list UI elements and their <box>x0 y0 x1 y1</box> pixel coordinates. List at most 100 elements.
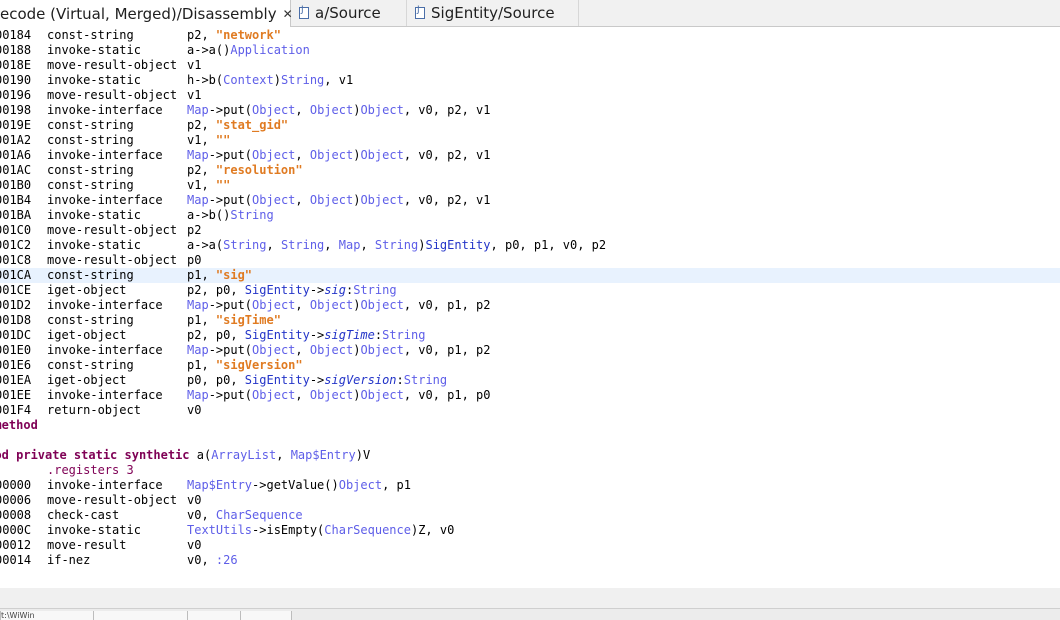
code-token: )V <box>355 448 371 462</box>
code-token: v1 <box>187 88 202 102</box>
instruction-address: 001A6 <box>0 148 32 162</box>
code-line[interactable]: 001A2 const-string v1, "" <box>0 133 1060 148</box>
code-line[interactable]: 00196 move-result-object v1 <box>0 88 1060 103</box>
code-line[interactable]: 001C8 move-result-object p0 <box>0 253 1060 268</box>
code-line[interactable]: 001E6 const-string p1, "sigVersion" <box>0 358 1060 373</box>
code-token: , <box>360 238 375 252</box>
operands: p0 <box>187 253 201 268</box>
code-token: p1, <box>187 358 216 372</box>
code-line[interactable]: 001BA invoke-static a->b()String <box>0 208 1060 223</box>
instruction-address: 0000C <box>0 523 32 537</box>
code-token: Map <box>187 103 209 117</box>
opcode: const-string <box>47 163 134 177</box>
code-line[interactable]: 001F4 return-object v0 <box>0 403 1060 418</box>
code-token: ->put( <box>208 148 253 162</box>
code-line[interactable]: 001A6invoke-interfaceMap->put(Object, Ob… <box>0 148 1060 163</box>
code-token: String <box>403 373 448 387</box>
code-line[interactable]: 001B0 const-string v1, "" <box>0 178 1060 193</box>
instruction-address: 001A2 <box>0 133 32 147</box>
code-token: sig <box>324 283 346 297</box>
opcode: move-result <box>47 538 127 552</box>
code-line[interactable]: 001DC iget-object p2, p0, SigEntity->sigTi… <box>0 328 1060 343</box>
code-token: Object <box>338 478 383 492</box>
code-line[interactable]: 00014 if-nez v0, :26 <box>0 553 1060 568</box>
tab-sigentity-source[interactable]: SigEntity/Source <box>407 0 579 26</box>
code-line[interactable]: 00184 const-string p2, "network" <box>0 28 1060 43</box>
code-line[interactable]: 00012 move-result v0 <box>0 538 1060 553</box>
code-line[interactable]: 001D8 const-string p1, "sigTime" <box>0 313 1060 328</box>
code-token: , <box>295 148 310 162</box>
code-token: , v0, p2, v1 <box>403 193 491 207</box>
code-line[interactable]: 001E0invoke-interfaceMap->put(Object, Ob… <box>0 343 1060 358</box>
instruction-address: 001BA <box>0 208 32 222</box>
tab-sigentity-source-label: SigEntity/Source <box>431 4 555 22</box>
code-token: , v1 <box>324 73 354 87</box>
code-line[interactable]: 00188 invoke-static a->a()Application <box>0 43 1060 58</box>
code-line[interactable]: .registers 3 <box>0 463 1060 478</box>
code-line[interactable]: 00190 invoke-static h->b(Context)String, v… <box>0 73 1060 88</box>
code-line[interactable]: 00006 move-result-object v0 <box>0 493 1060 508</box>
code-line[interactable]: 001C2invoke-statica->a(String, String, M… <box>0 238 1060 253</box>
code-line[interactable]: d method <box>0 418 1060 433</box>
code-token: Object <box>360 343 404 357</box>
code-token: , <box>266 238 281 252</box>
instruction-address: 0018E <box>0 58 32 72</box>
code-token: -> <box>309 328 325 342</box>
code-line[interactable]: 00198invoke-interfaceMap->put(Object, Ob… <box>0 103 1060 118</box>
opcode: move-result-object <box>47 88 178 102</box>
instruction-address: 001CE <box>0 283 32 297</box>
code-token: "stat_gid" <box>215 118 289 132</box>
code-token: v0, <box>187 553 216 567</box>
code-token: , v0, p1, p0 <box>403 388 491 402</box>
code-line[interactable]: 001B4invoke-interfaceMap->put(Object, Ob… <box>0 193 1060 208</box>
code-token: Map <box>187 298 209 312</box>
code-token: ->isEmpty( <box>252 523 325 537</box>
code-token: a->b() <box>187 208 231 222</box>
code-token: v0 <box>187 493 202 507</box>
operands: Map->put(Object, Object)Object, v0, p2, … <box>187 103 491 118</box>
operands: a->a(String, String, Map, String)SigEnti… <box>187 238 606 253</box>
code-line[interactable]: 00008 check-cast v0, CharSequence <box>0 508 1060 523</box>
code-line[interactable]: 00000 invoke-interface Map$Entry->getValue… <box>0 478 1060 493</box>
editor-tab-bar: ecode (Virtual, Merged)/Disassembly ✕ a/… <box>0 0 1060 27</box>
operands: v0 <box>187 493 201 508</box>
opcode: iget-object <box>47 373 127 387</box>
tab-disassembly[interactable]: ecode (Virtual, Merged)/Disassembly ✕ <box>0 0 293 27</box>
code-line[interactable]: 001D2invoke-interfaceMap->put(Object, Ob… <box>0 298 1060 313</box>
code-token: p1, <box>187 313 216 327</box>
code-line[interactable]: 001AC const-string p2, "resolution" <box>0 163 1060 178</box>
code-line[interactable]: 001C0 move-result-object p2 <box>0 223 1060 238</box>
code-line[interactable]: 001CA const-string p1, "sig" <box>0 268 1060 283</box>
operands: p1, "sig" <box>187 268 252 283</box>
instruction-address: 00008 <box>0 508 32 522</box>
code-line[interactable]: 0019E const-string p2, "stat_gid" <box>0 118 1060 133</box>
code-token: "" <box>215 133 231 147</box>
code-line[interactable]: 0018E move-result-object v1 <box>0 58 1060 73</box>
code-token: d method <box>0 418 38 432</box>
code-token: v1, <box>187 178 216 192</box>
tab-disassembly-label: ecode (Virtual, Merged)/Disassembly <box>0 4 277 23</box>
instruction-address: 001E0 <box>0 343 32 357</box>
code-line[interactable]: 0000C invoke-static TextUtils->isEmpty(Cha… <box>0 523 1060 538</box>
instruction-address: 00006 <box>0 493 32 507</box>
opcode: const-string <box>47 268 134 282</box>
code-line[interactable] <box>0 433 1060 448</box>
java-file-icon <box>415 5 425 19</box>
code-token: Object <box>360 193 404 207</box>
code-token: , v0, p2, v1 <box>403 148 491 162</box>
opcode: iget-object <box>47 328 127 342</box>
opcode: return-object <box>47 403 141 417</box>
instruction-address: 001AC <box>0 163 32 177</box>
disassembly-code-view[interactable]: 00184 const-string p2, "network" 00188 invok… <box>0 28 1060 588</box>
code-token: a( <box>196 448 212 462</box>
instruction-address: 00014 <box>0 553 32 567</box>
code-token: p2, p0, <box>187 328 245 342</box>
code-line[interactable]: 001EEinvoke-interfaceMap->put(Object, Ob… <box>0 388 1060 403</box>
code-line[interactable]: thod private static synthetic a(ArrayLis… <box>0 448 1060 463</box>
code-line[interactable]: 001EA iget-object p0, p0, SigEntity->sigVe… <box>0 373 1060 388</box>
opcode: iget-object <box>47 283 127 297</box>
code-line[interactable]: 001CE iget-object p2, p0, SigEntity->sig:S… <box>0 283 1060 298</box>
tab-a-source[interactable]: a/Source <box>291 0 407 26</box>
opcode: invoke-static <box>47 238 141 252</box>
code-token: ->put( <box>208 298 253 312</box>
